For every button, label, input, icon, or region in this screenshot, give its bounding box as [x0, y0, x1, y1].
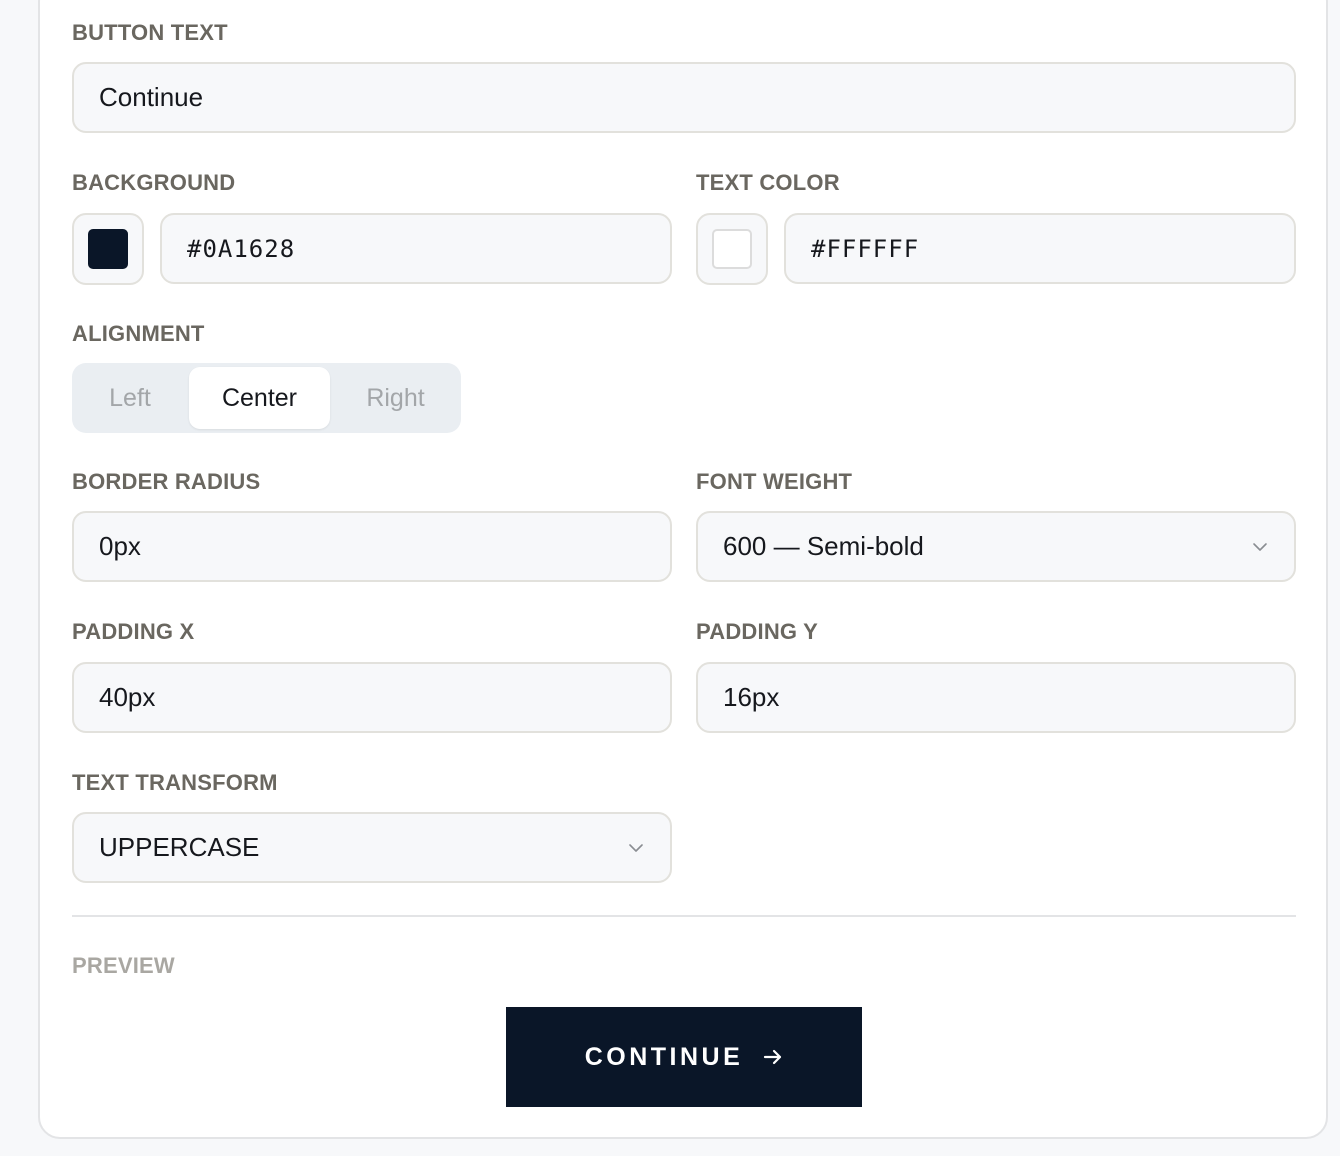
button-text-label: BUTTON TEXT [72, 20, 228, 45]
font-weight-label: FONT WEIGHT [696, 469, 853, 494]
chevron-down-icon [1253, 543, 1267, 551]
alignment-option-left[interactable]: Left [80, 367, 180, 429]
padding-y-input[interactable]: 16px [696, 662, 1296, 733]
font-weight-value: 600 — Semi-bold [723, 531, 924, 561]
text-color-label: TEXT COLOR [696, 170, 840, 195]
section-divider [72, 915, 1296, 917]
alignment-label: ALIGNMENT [72, 321, 205, 346]
padding-x-label: PADDING X [72, 619, 195, 644]
padding-y-label: PADDING Y [696, 619, 819, 644]
text-transform-label: TEXT TRANSFORM [72, 770, 278, 795]
text-transform-value: UPPERCASE [99, 832, 260, 862]
text-color-hex-input[interactable]: #FFFFFF [784, 213, 1296, 284]
alignment-option-center[interactable]: Center [189, 367, 330, 429]
background-hex-input[interactable]: #0A1628 [160, 213, 672, 284]
padding-x-input[interactable]: 40px [72, 662, 672, 733]
font-weight-select[interactable]: 600 — Semi-bold [696, 511, 1296, 582]
border-radius-input[interactable]: 0px [72, 511, 672, 582]
alignment-option-right[interactable]: Right [340, 367, 451, 429]
background-label: BACKGROUND [72, 170, 236, 195]
preview-button[interactable]: CONTINUE [506, 1007, 862, 1107]
text-color-picker[interactable] [696, 213, 768, 285]
button-text-input[interactable]: Continue [72, 62, 1296, 133]
background-swatch [88, 229, 128, 269]
text-transform-select[interactable]: UPPERCASE [72, 812, 672, 883]
chevron-down-icon [629, 844, 643, 852]
text-color-swatch [712, 229, 752, 269]
preview-button-label: CONTINUE [584, 1042, 744, 1071]
preview-label: PREVIEW [72, 953, 175, 978]
alignment-segmented-control: Left Center Right [72, 363, 461, 433]
arrow-right-icon [764, 1049, 782, 1065]
border-radius-label: BORDER RADIUS [72, 469, 261, 494]
background-color-picker[interactable] [72, 213, 144, 285]
